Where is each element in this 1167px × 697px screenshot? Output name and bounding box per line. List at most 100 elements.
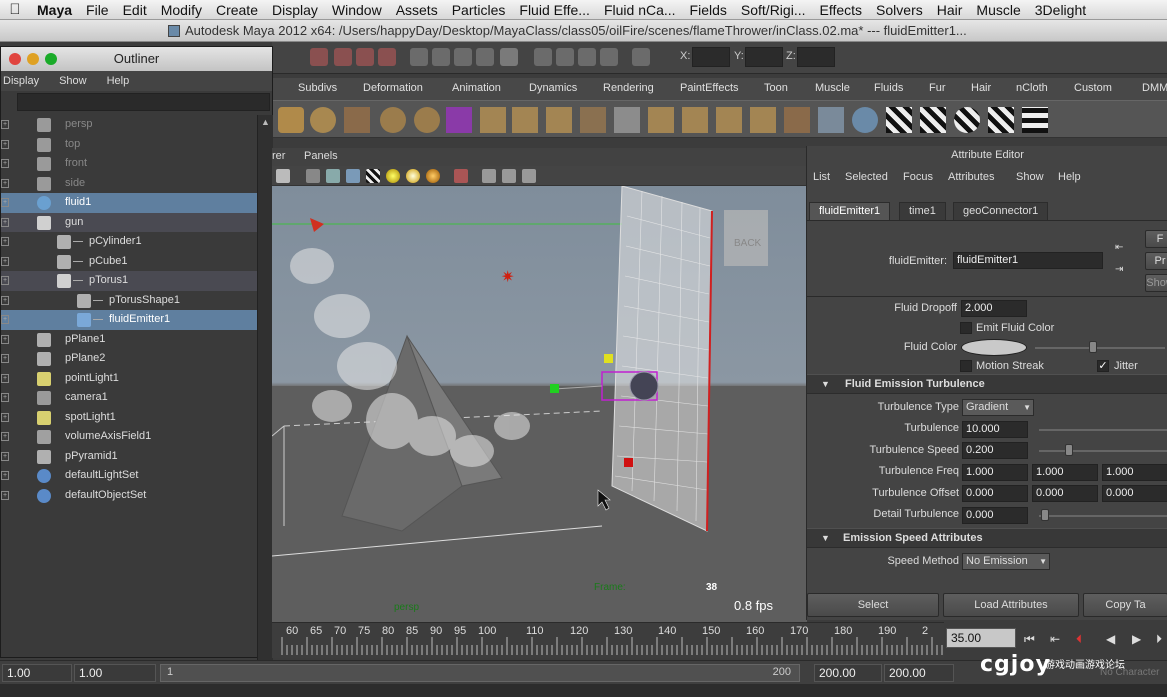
make-collide-icon[interactable] <box>716 107 742 133</box>
close-icon[interactable] <box>9 53 21 65</box>
shelf-tab-custom[interactable]: Custom <box>1074 82 1112 94</box>
textured-icon[interactable] <box>366 169 380 183</box>
play-backwards-icon[interactable]: ◀ <box>1106 632 1115 646</box>
shelf-tab-hair[interactable]: Hair <box>971 82 991 94</box>
turbulence-freq-z-field[interactable]: 1.000 <box>1102 464 1167 481</box>
fluid-container-2d-icon[interactable] <box>310 107 336 133</box>
fluid-container-3d-icon[interactable] <box>278 107 304 133</box>
shadows-icon[interactable] <box>406 169 420 183</box>
expand-toggle-icon[interactable]: + <box>1 237 9 246</box>
make-boat-icon[interactable] <box>648 107 674 133</box>
expand-toggle-icon[interactable]: + <box>1 217 9 227</box>
snap-magnet-icon[interactable] <box>378 48 396 66</box>
menu-maya[interactable]: Maya <box>30 2 79 18</box>
expand-toggle-icon[interactable]: + <box>1 393 9 402</box>
fluid-color-slider-track[interactable] <box>1035 347 1165 349</box>
fluid-wake-icon[interactable] <box>512 107 538 133</box>
ae-menu-show[interactable]: Show <box>1016 171 1044 183</box>
outliner-menu-help[interactable]: Help <box>105 75 138 87</box>
fluid-ocean-icon[interactable] <box>414 107 440 133</box>
animation-start-field[interactable]: 1.00 <box>2 664 72 682</box>
checker-flag-2-icon[interactable] <box>920 107 946 133</box>
ae-menu-list[interactable]: List <box>813 171 830 183</box>
section-emission-speed-attributes[interactable]: ▼ Emission Speed Attributes <box>807 528 1167 548</box>
high-quality-icon[interactable] <box>426 169 440 183</box>
wireframe-icon[interactable] <box>306 169 320 183</box>
turbulence-slider-track[interactable] <box>1039 429 1167 431</box>
go-to-start-icon[interactable]: ⏮ <box>1024 632 1035 647</box>
expand-toggle-icon[interactable]: + <box>1 490 9 500</box>
jitter-checkbox[interactable]: ✓ <box>1097 360 1109 372</box>
current-frame-field[interactable]: 35.00 <box>946 628 1016 648</box>
expand-toggle-icon[interactable]: + <box>1 451 9 461</box>
shelf-tab-fluids[interactable]: Fluids <box>874 82 903 94</box>
ae-tab-fluidemitter1[interactable]: fluidEmitter1 <box>809 202 891 220</box>
outliner-row[interactable]: + pointLight1 <box>1 369 257 389</box>
fluid-pond-icon[interactable] <box>480 107 506 133</box>
menu-effects[interactable]: Effects <box>813 2 870 18</box>
viewport-menu-panels[interactable]: Panels <box>304 150 338 162</box>
shelf-tab-muscle[interactable]: Muscle <box>815 82 850 94</box>
expand-toggle-icon[interactable]: + <box>1 256 9 266</box>
load-attributes-button[interactable]: Load Attributes <box>943 593 1079 617</box>
expand-toggle-icon[interactable]: + <box>1 178 9 188</box>
expand-toggle-icon[interactable]: + <box>1 159 9 168</box>
outliner-row[interactable]: + gun <box>1 212 257 232</box>
expand-toggle-icon[interactable]: + <box>1 373 9 383</box>
scroll-up-icon[interactable]: ▲ <box>261 117 270 127</box>
detail-turbulence-slider-track[interactable] <box>1039 515 1167 517</box>
checker-ball-icon[interactable] <box>954 107 980 133</box>
turbulence-speed-slider-track[interactable] <box>1039 450 1167 452</box>
menu-window[interactable]: Window <box>325 2 389 18</box>
shelf-tab-toon[interactable]: Toon <box>764 82 788 94</box>
expand-toggle-icon[interactable]: + <box>1 412 9 422</box>
menu-soft-rigid[interactable]: Soft/Rigi... <box>734 2 813 18</box>
construction-history-icon[interactable] <box>500 48 518 66</box>
viewport-menu-renderer[interactable]: rer <box>272 150 285 162</box>
menu-muscle[interactable]: Muscle <box>969 2 1027 18</box>
expand-toggle-icon[interactable]: + <box>1 120 9 129</box>
wireframe-on-shaded-icon[interactable] <box>346 169 360 183</box>
z-field[interactable] <box>797 47 835 67</box>
fluid-examples-icon[interactable] <box>580 107 606 133</box>
outliner-row[interactable]: + pTorus1 <box>1 271 257 291</box>
menu-solvers[interactable]: Solvers <box>869 2 930 18</box>
ae-menu-focus[interactable]: Focus <box>903 171 933 183</box>
snap-plane-icon[interactable] <box>476 48 494 66</box>
speed-method-dropdown[interactable]: No Emission ▼ <box>962 553 1050 570</box>
step-forward-key-icon[interactable]: ⏵ <box>1156 632 1162 647</box>
render-settings-icon[interactable] <box>600 48 618 66</box>
menu-display[interactable]: Display <box>265 2 325 18</box>
expand-toggle-icon[interactable]: + <box>1 432 9 441</box>
outliner-row[interactable]: + persp <box>1 115 257 135</box>
range-slider[interactable]: 1 200 <box>160 664 800 682</box>
expand-toggle-icon[interactable]: + <box>1 295 9 305</box>
expand-toggle-icon[interactable]: + <box>1 139 9 149</box>
shelf-tab-fur[interactable]: Fur <box>929 82 946 94</box>
ae-tab-time1[interactable]: time1 <box>899 202 946 220</box>
menu-edit[interactable]: Edit <box>116 2 154 18</box>
animation-end-field[interactable]: 200.00 <box>884 664 954 682</box>
turbulence-freq-y-field[interactable]: 1.000 <box>1032 464 1098 481</box>
fluid-color-swatch[interactable] <box>961 339 1027 356</box>
snap-grid-icon[interactable] <box>410 48 428 66</box>
outliner-menu-show[interactable]: Show <box>57 75 95 87</box>
shelf-tab-subdivs[interactable]: Subdivs <box>298 82 337 94</box>
expand-toggle-icon[interactable]: + <box>1 354 9 363</box>
detail-turbulence-field[interactable]: 0.000 <box>962 507 1028 524</box>
outliner-row[interactable]: + pPyramid1 <box>1 447 257 467</box>
ae-menu-attributes[interactable]: Attributes <box>948 171 994 183</box>
minimize-icon[interactable] <box>27 53 39 65</box>
expand-toggle-icon[interactable]: + <box>1 276 9 285</box>
show-side-button[interactable]: Show <box>1145 274 1167 292</box>
render-view-icon[interactable] <box>534 48 552 66</box>
outliner-row[interactable]: + pCylinder1 <box>1 232 257 252</box>
copy-tab-button[interactable]: Copy Ta <box>1083 593 1167 617</box>
y-field[interactable] <box>745 47 783 67</box>
input-line-icon[interactable] <box>632 48 650 66</box>
set-initial-state-icon[interactable] <box>750 107 776 133</box>
text-icon[interactable] <box>276 169 290 183</box>
step-back-frame-icon[interactable]: ⇤ <box>1050 632 1060 646</box>
snap-curve-icon[interactable] <box>432 48 450 66</box>
perspective-viewport[interactable]: ✷ BACK persp Frame: 38 0.8 fps <box>272 186 807 622</box>
